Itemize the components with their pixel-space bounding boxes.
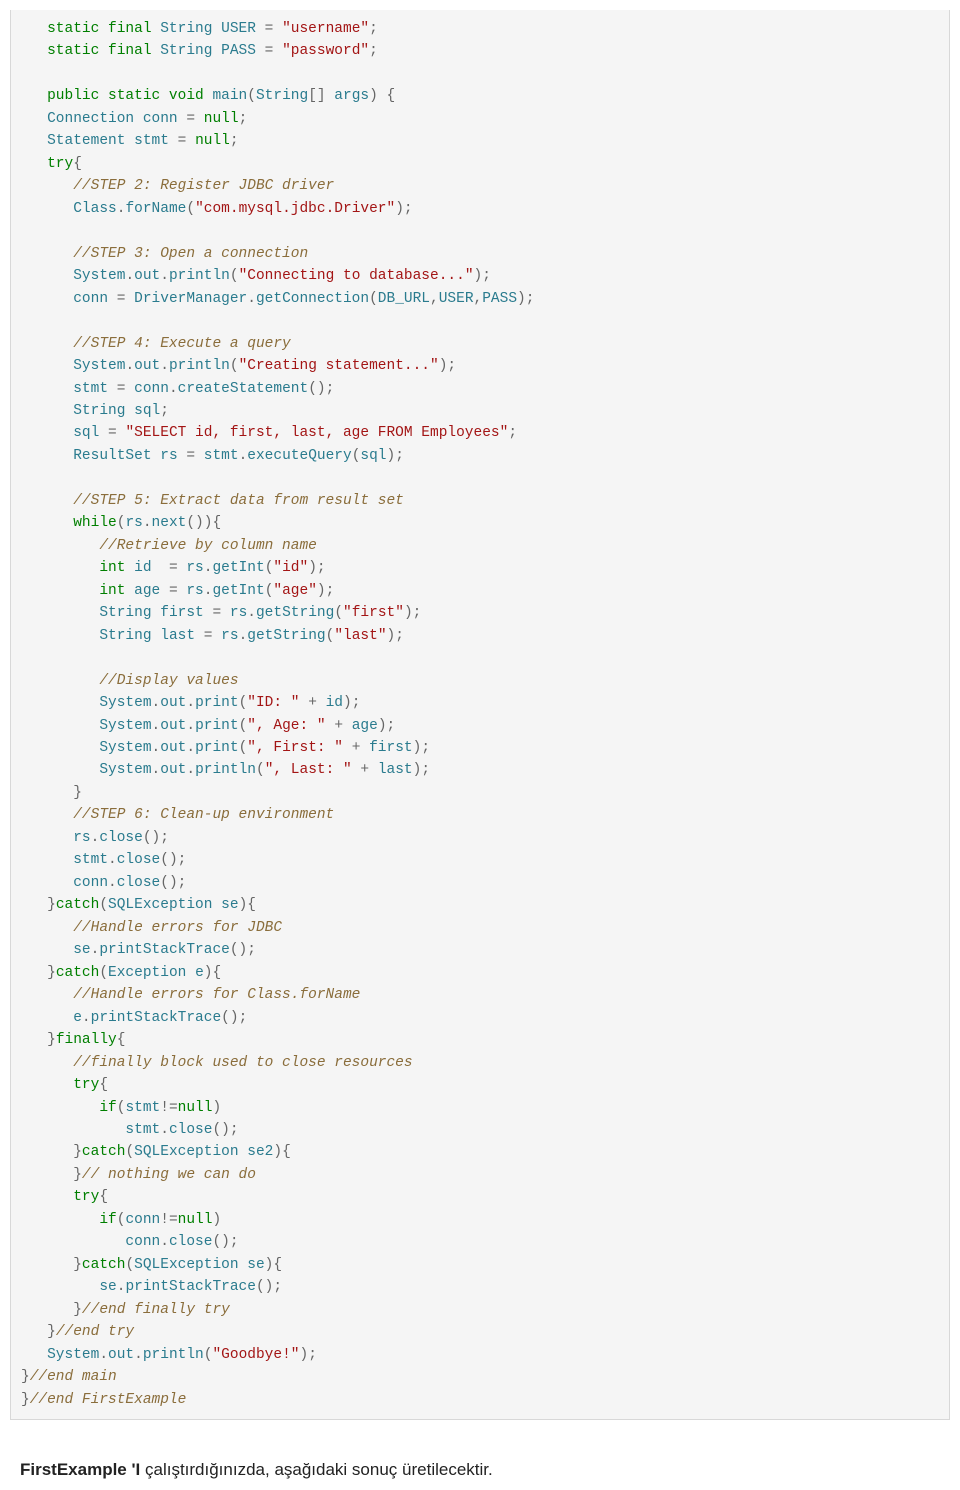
code-line: int id = rs.getInt("id"); — [21, 560, 326, 576]
code-line: try{ — [21, 156, 82, 172]
code-line: static final String PASS = "password"; — [21, 43, 378, 59]
code-line: //STEP 5: Extract data from result set — [21, 493, 404, 509]
code-line: //Retrieve by column name — [21, 538, 317, 554]
code-line: Connection conn = null; — [21, 111, 247, 127]
code-line: String sql; — [21, 403, 169, 419]
class-name-bold: FirstExample 'I — [20, 1460, 140, 1479]
code-line: //STEP 3: Open a connection — [21, 246, 308, 262]
code-line: static final String USER = "username"; — [21, 21, 378, 37]
code-line: //STEP 2: Register JDBC driver — [21, 178, 334, 194]
code-line: public static void main(String[] args) { — [21, 88, 395, 104]
code-line: se.printStackTrace(); — [21, 942, 256, 958]
code-line: }finally{ — [21, 1032, 125, 1048]
code-line: String last = rs.getString("last"); — [21, 628, 404, 644]
sentence-tail: çalıştırdığınızda, aşağıdaki sonuç üreti… — [140, 1460, 492, 1479]
code-line: se.printStackTrace(); — [21, 1279, 282, 1295]
code-line: stmt.close(); — [21, 852, 186, 868]
code-line: System.out.println("Goodbye!"); — [21, 1347, 317, 1363]
code-line: } — [21, 785, 82, 801]
code-line: sql = "SELECT id, first, last, age FROM … — [21, 425, 517, 441]
code-line: //STEP 6: Clean-up environment — [21, 807, 334, 823]
code-line: }catch(SQLException se){ — [21, 1257, 282, 1273]
code-line: //finally block used to close resources — [21, 1055, 413, 1071]
code-line: rs.close(); — [21, 830, 169, 846]
code-line: //Handle errors for JDBC — [21, 920, 282, 936]
code-line: System.out.print("ID: " + id); — [21, 695, 360, 711]
code-line: Class.forName("com.mysql.jdbc.Driver"); — [21, 201, 413, 217]
code-line: }// nothing we can do — [21, 1167, 256, 1183]
code-line: }catch(SQLException se2){ — [21, 1144, 291, 1160]
code-line: conn = DriverManager.getConnection(DB_UR… — [21, 291, 534, 307]
code-line: e.printStackTrace(); — [21, 1010, 247, 1026]
code-line: while(rs.next()){ — [21, 515, 221, 531]
code-line: System.out.println(", Last: " + last); — [21, 762, 430, 778]
code-line: if(conn!=null) — [21, 1212, 221, 1228]
code-line: String first = rs.getString("first"); — [21, 605, 421, 621]
code-line: try{ — [21, 1077, 108, 1093]
code-line: int age = rs.getInt("age"); — [21, 583, 334, 599]
code-line: System.out.print(", First: " + first); — [21, 740, 430, 756]
code-line: ResultSet rs = stmt.executeQuery(sql); — [21, 448, 404, 464]
code-line: System.out.println("Creating statement..… — [21, 358, 456, 374]
code-line: System.out.println("Connecting to databa… — [21, 268, 491, 284]
code-line: }catch(Exception e){ — [21, 965, 221, 981]
code-line: }catch(SQLException se){ — [21, 897, 256, 913]
code-line: }//end FirstExample — [21, 1392, 186, 1408]
code-line: if(stmt!=null) — [21, 1100, 221, 1116]
code-line: conn.close(); — [21, 875, 186, 891]
code-line: }//end main — [21, 1369, 117, 1385]
code-line: //Handle errors for Class.forName — [21, 987, 360, 1003]
result-sentence: FirstExample 'I çalıştırdığınızda, aşağı… — [20, 1460, 940, 1480]
code-line: Statement stmt = null; — [21, 133, 239, 149]
code-block: static final String USER = "username"; s… — [10, 10, 950, 1420]
code-line: try{ — [21, 1189, 108, 1205]
code-line: System.out.print(", Age: " + age); — [21, 718, 395, 734]
code-line: }//end try — [21, 1324, 134, 1340]
code-line: stmt = conn.createStatement(); — [21, 381, 334, 397]
code-line: //Display values — [21, 673, 239, 689]
code-line: conn.close(); — [21, 1234, 239, 1250]
code-line: }//end finally try — [21, 1302, 230, 1318]
code-line: stmt.close(); — [21, 1122, 239, 1138]
code-line: //STEP 4: Execute a query — [21, 336, 291, 352]
